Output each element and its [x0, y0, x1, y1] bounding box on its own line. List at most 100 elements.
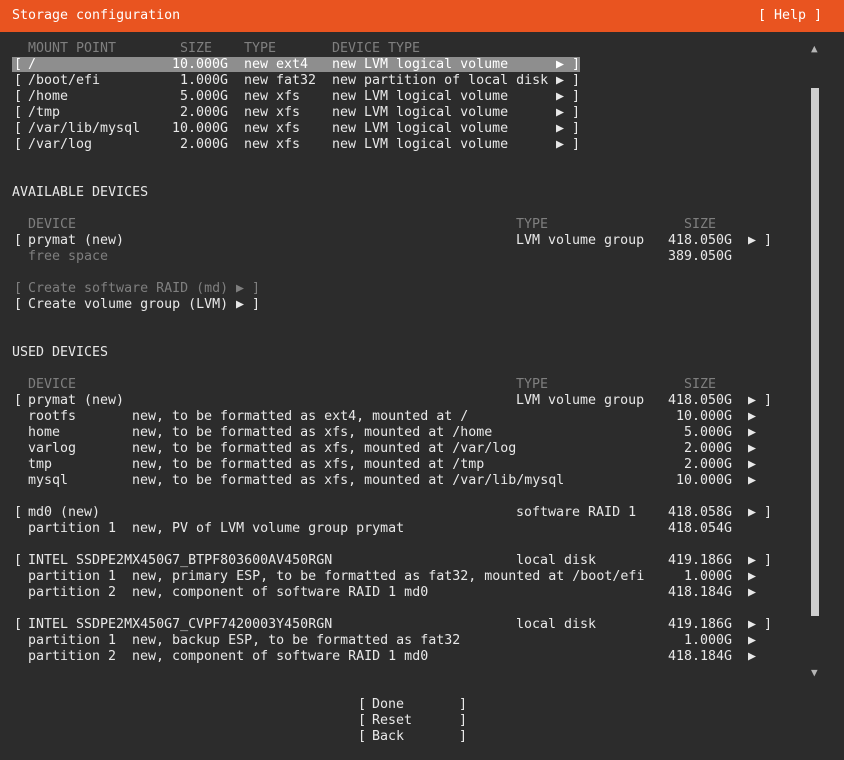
- chevron-right-icon[interactable]: ▶: [748, 569, 756, 585]
- column-header-size: SIZE: [684, 377, 717, 392]
- lv-name: tmp: [28, 457, 53, 472]
- row-open-bracket: [: [14, 89, 23, 104]
- partition-size: 1.000G: [684, 569, 733, 584]
- row-close-bracket: ]: [764, 233, 773, 248]
- chevron-right-icon[interactable]: ▶: [748, 473, 756, 489]
- help-button[interactable]: [ Help ]: [758, 8, 822, 24]
- chevron-right-icon: ▶: [236, 281, 245, 296]
- chevron-right-icon[interactable]: ▶: [556, 121, 564, 137]
- device-type: local disk: [516, 553, 597, 568]
- partition-size: 418.054G: [668, 521, 733, 536]
- create-raid-label: Create software RAID (md): [28, 281, 229, 296]
- row-open-bracket: [: [14, 121, 23, 136]
- row-close-bracket: ]: [572, 105, 581, 120]
- scrollbar-thumb[interactable]: [811, 88, 819, 616]
- free-space-label: free space: [28, 249, 109, 264]
- device-size: 418.050G: [668, 393, 733, 408]
- mount-point: /var/lib/mysql: [28, 121, 141, 136]
- chevron-right-icon[interactable]: ▶: [556, 137, 564, 153]
- lv-size: 2.000G: [684, 457, 733, 472]
- size: 10.000G: [172, 121, 229, 136]
- button-close-bracket: ]: [459, 713, 468, 728]
- fs-type: new ext4: [244, 57, 309, 72]
- device-type: new LVM logical volume: [332, 105, 509, 120]
- device-type: LVM volume group: [516, 393, 645, 408]
- lv-name: mysql: [28, 473, 69, 488]
- device-size: 418.050G: [668, 233, 733, 248]
- mount-point: /home: [28, 89, 69, 104]
- section-title-available: AVAILABLE DEVICES: [12, 185, 149, 200]
- mount-point: /tmp: [28, 105, 61, 120]
- chevron-right-icon[interactable]: ▶: [748, 233, 756, 249]
- chevron-right-icon[interactable]: ▶: [748, 457, 756, 473]
- column-header-device: DEVICE: [28, 217, 77, 232]
- button-close-bracket: ]: [459, 729, 468, 744]
- row-open-bracket: [: [14, 505, 23, 520]
- column-header-type: TYPE: [244, 41, 277, 56]
- device-size: 418.058G: [668, 505, 733, 520]
- fs-type: new fat32: [244, 73, 317, 88]
- lv-size: 10.000G: [676, 409, 733, 424]
- device-type: software RAID 1: [516, 505, 637, 520]
- row-open-bracket: [: [14, 233, 23, 248]
- lv-description: new, to be formatted as xfs, mounted at …: [132, 457, 485, 472]
- column-header-size: SIZE: [684, 217, 717, 232]
- mount-point: /boot/efi: [28, 73, 101, 88]
- row-open-bracket: [: [14, 393, 23, 408]
- row-open-bracket: [: [14, 73, 23, 88]
- partition-size: 418.184G: [668, 585, 733, 600]
- chevron-right-icon[interactable]: ▶: [748, 409, 756, 425]
- chevron-right-icon[interactable]: ▶: [748, 505, 756, 521]
- device-type: new LVM logical volume: [332, 121, 509, 136]
- partition-name: partition 2: [28, 585, 117, 600]
- chevron-right-icon[interactable]: ▶: [748, 553, 756, 569]
- row-close-bracket: ]: [572, 121, 581, 136]
- chevron-right-icon[interactable]: ▶: [556, 57, 564, 73]
- chevron-right-icon[interactable]: ▶: [748, 617, 756, 633]
- device-name: prymat (new): [28, 233, 125, 248]
- button-close-bracket: ]: [459, 697, 468, 712]
- fs-type: new xfs: [244, 121, 301, 136]
- free-space-size: 389.050G: [668, 249, 733, 264]
- row-open-bracket: [: [14, 105, 23, 120]
- row-close-bracket: ]: [764, 393, 773, 408]
- row-open-bracket: [: [14, 617, 23, 632]
- device-name: prymat (new): [28, 393, 125, 408]
- title-bar: Storage configuration [ Help ]: [0, 0, 844, 32]
- row-close-bracket: ]: [572, 57, 581, 72]
- section-title-used: USED DEVICES: [12, 345, 109, 360]
- chevron-right-icon[interactable]: ▶: [748, 649, 756, 665]
- device-type: local disk: [516, 617, 597, 632]
- chevron-right-icon[interactable]: ▶: [748, 585, 756, 601]
- size: 2.000G: [180, 137, 229, 152]
- mount-point: /var/log: [28, 137, 93, 152]
- chevron-right-icon[interactable]: ▶: [556, 105, 564, 121]
- lv-size: 5.000G: [684, 425, 733, 440]
- scroll-up-arrow-icon[interactable]: ▲: [811, 41, 818, 57]
- device-type: new partition of local disk: [332, 73, 549, 88]
- chevron-right-icon[interactable]: ▶: [748, 441, 756, 457]
- chevron-right-icon[interactable]: ▶: [748, 633, 756, 649]
- chevron-right-icon[interactable]: ▶: [748, 393, 756, 409]
- device-size: 419.186G: [668, 617, 733, 632]
- chevron-right-icon[interactable]: ▶: [556, 73, 564, 89]
- device-name: md0 (new): [28, 505, 101, 520]
- reset-label: Reset: [372, 713, 413, 728]
- column-header-type: TYPE: [516, 217, 549, 232]
- partition-name: partition 1: [28, 633, 117, 648]
- column-header-size: SIZE: [180, 41, 213, 56]
- size: 1.000G: [180, 73, 229, 88]
- chevron-right-icon[interactable]: ▶: [556, 89, 564, 105]
- partition-name: partition 1: [28, 569, 117, 584]
- lv-description: new, to be formatted as ext4, mounted at…: [132, 409, 469, 424]
- partition-description: new, primary ESP, to be formatted as fat…: [132, 569, 645, 584]
- scroll-down-arrow-icon[interactable]: ▼: [811, 665, 818, 681]
- partition-size: 1.000G: [684, 633, 733, 648]
- partition-description: new, PV of LVM volume group prymat: [132, 521, 405, 536]
- device-type: new LVM logical volume: [332, 57, 509, 72]
- row-close-bracket: ]: [764, 553, 773, 568]
- fs-type: new xfs: [244, 105, 301, 120]
- column-header-mount-point: MOUNT POINT: [28, 41, 117, 56]
- chevron-right-icon[interactable]: ▶: [748, 425, 756, 441]
- lv-description: new, to be formatted as xfs, mounted at …: [132, 473, 565, 488]
